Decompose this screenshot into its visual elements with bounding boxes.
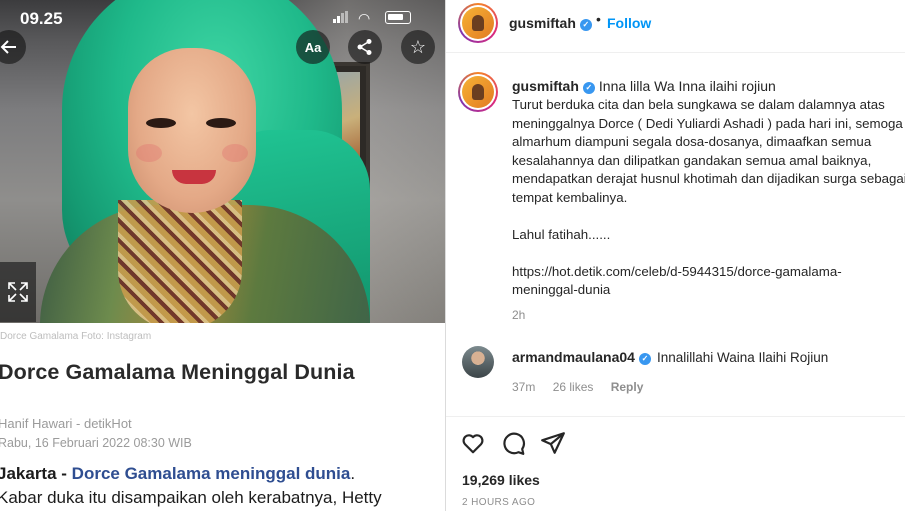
verified-badge-icon: ✓ [638, 353, 651, 365]
status-bar: 09.25 ◠ [0, 0, 445, 30]
signal-icon [333, 11, 349, 23]
comment-likes[interactable]: 26 likes [553, 380, 594, 394]
battery-icon [385, 11, 411, 24]
caption-avatar[interactable] [458, 72, 498, 112]
caption-body: Turut berduka cita dan bela sungkawa se … [512, 97, 905, 297]
back-arrow-icon [0, 40, 16, 54]
comment-text: Innalillahi Waina Ilaihi Rojiun [656, 350, 829, 365]
status-time: 09.25 [20, 9, 63, 28]
expand-button[interactable] [0, 262, 36, 322]
follow-button[interactable]: Follow [607, 15, 651, 31]
reply-button[interactable]: Reply [611, 380, 644, 394]
comment-icon[interactable] [500, 430, 526, 456]
portrait-face [128, 48, 256, 213]
caption-username[interactable]: gusmiftah ✓ [512, 78, 595, 94]
wifi-icon: ◠ [358, 10, 371, 26]
send-icon[interactable] [540, 430, 566, 456]
text-size-button[interactable]: Aa [296, 30, 330, 64]
caption-timestamp: 2h [512, 308, 526, 322]
article-date: Rabu, 16 Februari 2022 08:30 WIB [0, 436, 192, 450]
article-link[interactable]: Dorce Gamalama meninggal dunia [72, 464, 351, 483]
post-author-username[interactable]: gusmiftah ✓ [509, 15, 592, 31]
article-headline: Dorce Gamalama Meninggal Dunia [0, 360, 355, 384]
share-button[interactable] [348, 30, 382, 64]
bookmark-button[interactable]: ☆ [401, 30, 435, 64]
action-bar [460, 430, 566, 456]
verified-badge-icon: ✓ [582, 82, 595, 94]
author-avatar[interactable] [458, 3, 498, 43]
article-author: Hanif Hawari - detikHot [0, 416, 132, 431]
instagram-panel: gusmiftah ✓ • Follow gusmiftah ✓ Inna lilla… [446, 0, 905, 511]
commenter-avatar[interactable] [462, 346, 494, 378]
heart-icon[interactable] [460, 430, 486, 456]
caption-lead: Inna lilla Wa Inna ilaihi rojiun [598, 78, 776, 94]
post-header: gusmiftah ✓ • Follow [446, 0, 905, 53]
comment-time: 37m [512, 380, 536, 394]
star-icon: ☆ [409, 36, 427, 57]
commenter-username[interactable]: armandmaulana04 ✓ [512, 349, 651, 365]
header-separator: • [596, 11, 601, 27]
photo-caption: Dorce Gamalama Foto: Instagram [0, 331, 152, 342]
article-lede: Jakarta - Dorce Gamalama meninggal dunia… [0, 464, 382, 507]
text-size-icon: Aa [304, 39, 322, 55]
post-timestamp: 2 HOURS AGO [462, 497, 536, 508]
expand-icon [8, 282, 28, 302]
verified-badge-icon: ✓ [579, 19, 592, 31]
article-screenshot: 09.25 ◠ Aa ☆ Dorce Gamalama Foto: Instag… [0, 0, 445, 511]
screen: 09.25 ◠ Aa ☆ Dorce Gamalama Foto: Instag… [0, 0, 905, 511]
like-count[interactable]: 19,269 likes [462, 472, 540, 488]
actions-divider [446, 416, 905, 417]
share-icon [357, 39, 372, 55]
